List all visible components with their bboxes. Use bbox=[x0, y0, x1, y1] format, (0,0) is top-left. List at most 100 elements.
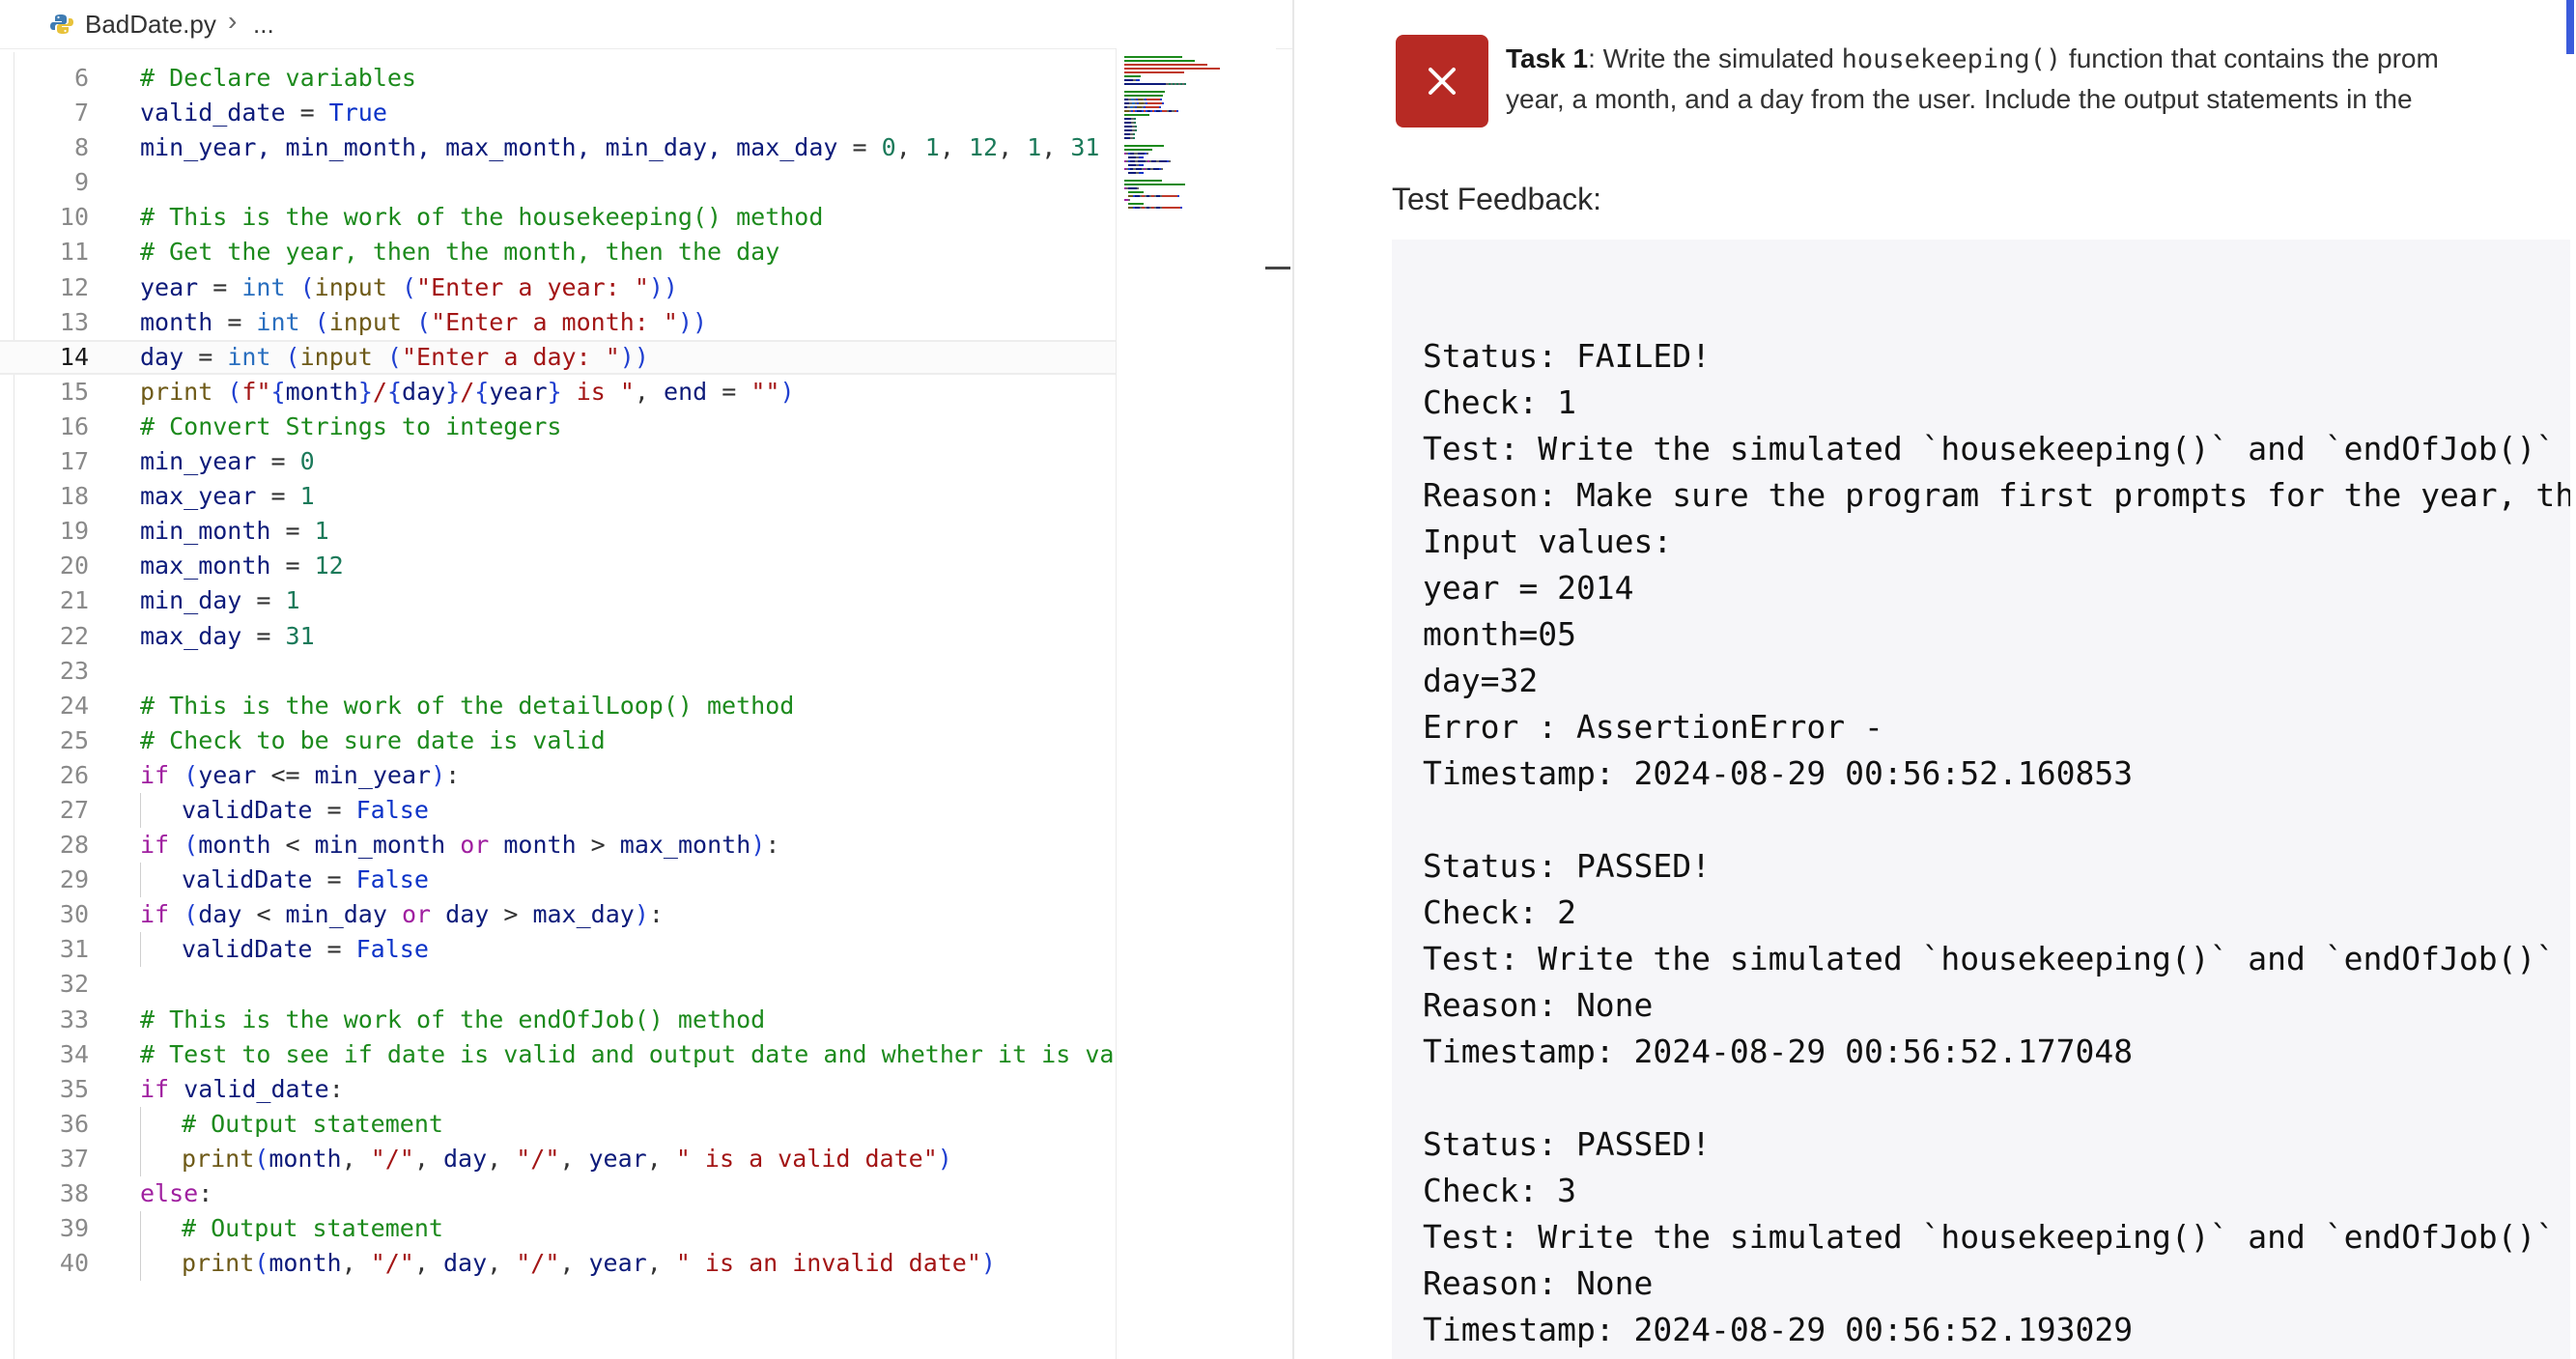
code-line[interactable]: 11 # Get the year, then the month, then t… bbox=[0, 235, 1116, 269]
minimap-token bbox=[1128, 156, 1136, 158]
code-token: input bbox=[299, 342, 373, 371]
code-line[interactable]: 34 # Test to see if date is valid and out… bbox=[0, 1037, 1158, 1072]
code-line[interactable]: 27 validDate = False bbox=[0, 792, 1116, 828]
minimap-token bbox=[1124, 129, 1132, 131]
code-token: 1 bbox=[924, 133, 940, 162]
code-line[interactable]: 20 max_month = 12 bbox=[0, 549, 1116, 583]
code-line[interactable]: 36 # Output statement bbox=[0, 1106, 1116, 1142]
code-line[interactable]: 28 if (month < min_month or month > max_m… bbox=[0, 828, 1116, 863]
code-line[interactable]: 40 print(month, "/", day, "/", year, " is… bbox=[0, 1246, 1116, 1282]
code-line[interactable]: 30 if (day < min_day or day > max_day): bbox=[0, 897, 1116, 932]
line-number: 13 bbox=[59, 307, 89, 336]
minimap-line bbox=[1124, 56, 1182, 58]
code-token: max_year bbox=[140, 482, 257, 511]
code-line[interactable]: 24 # This is the work of the detailLoop()… bbox=[0, 689, 1116, 723]
code-token: int bbox=[241, 272, 286, 301]
code-line[interactable]: 21 min_day = 1 bbox=[0, 583, 1116, 618]
code-line[interactable]: 7 valid_date = True bbox=[0, 96, 1116, 130]
minimap-token bbox=[1124, 118, 1131, 120]
code-line[interactable]: 13 month = int (input ("Enter a month: ")… bbox=[0, 305, 1116, 340]
breadcrumb-file[interactable]: BadDate.py bbox=[85, 10, 216, 40]
minimap-token bbox=[1124, 75, 1141, 77]
code-text: min_year = 0 bbox=[140, 444, 315, 479]
code-line[interactable]: 14 day = int (input ("Enter a day: ")) bbox=[0, 339, 1116, 375]
code-token: if bbox=[140, 760, 170, 789]
code-token: min_day bbox=[140, 586, 242, 615]
minimap[interactable] bbox=[1116, 48, 1276, 1359]
minimap-token bbox=[1139, 172, 1144, 174]
feedback-output[interactable]: Status: FAILED! Check: 1 Test: Write the s… bbox=[1392, 240, 2570, 1359]
line-number: 26 bbox=[59, 760, 89, 789]
code-token: { bbox=[270, 377, 286, 406]
minimap-token bbox=[1177, 195, 1179, 197]
code-area[interactable]: 6 # Declare variables 7 valid_date = True 8 m… bbox=[0, 61, 1158, 1282]
code-line[interactable]: 9 bbox=[0, 165, 1116, 200]
line-number: 34 bbox=[59, 1039, 89, 1068]
code-line[interactable]: 32 bbox=[0, 967, 1116, 1002]
code-text: # Output statement bbox=[182, 1107, 443, 1142]
code-token: )) bbox=[648, 272, 678, 301]
code-token: = bbox=[241, 621, 286, 650]
code-token: "Enter a day: " bbox=[401, 342, 620, 371]
breadcrumb: BadDate.py › ... bbox=[0, 0, 1292, 49]
code-line[interactable]: 29 validDate = False bbox=[0, 863, 1116, 898]
code-line[interactable]: 19 min_month = 1 bbox=[0, 514, 1116, 549]
code-token: = bbox=[270, 552, 315, 580]
code-line[interactable]: 37 print(month, "/", day, "/", year, " is… bbox=[0, 1141, 1116, 1176]
code-line[interactable]: 23 bbox=[0, 654, 1116, 689]
code-line[interactable]: 10 # This is the work of the housekeeping… bbox=[0, 200, 1116, 235]
code-text: if valid_date: bbox=[140, 1072, 344, 1107]
line-number: 16 bbox=[59, 411, 89, 440]
feedback-lines: Status: FAILED! Check: 1 Test: Write the s… bbox=[1423, 333, 2570, 1353]
feedback-line: Reason: Make sure the program first prom… bbox=[1423, 476, 2570, 514]
minimap-token bbox=[1124, 184, 1185, 185]
code-token: ( bbox=[254, 1249, 269, 1278]
feedback-line: Input values: bbox=[1423, 523, 1673, 560]
code-token: month bbox=[269, 1144, 342, 1173]
code-text: print (f"{month}/{day}/{year} is ", end … bbox=[140, 375, 795, 410]
code-line[interactable]: 22 max_day = 31 bbox=[0, 619, 1116, 654]
code-line[interactable]: 35 if valid_date: bbox=[0, 1072, 1116, 1107]
indent-guide bbox=[140, 1211, 141, 1247]
code-token: False bbox=[355, 935, 429, 964]
code-token: " is a valid date" bbox=[675, 1144, 938, 1173]
code-token: ( bbox=[386, 342, 402, 371]
code-line[interactable]: 17 min_year = 0 bbox=[0, 444, 1116, 479]
code-line[interactable]: 31 validDate = False bbox=[0, 932, 1116, 968]
minimap-token bbox=[1134, 122, 1136, 124]
code-text: else: bbox=[140, 1176, 212, 1211]
code-line[interactable]: 8 min_year, min_month, max_month, min_day… bbox=[0, 130, 1116, 165]
task-card[interactable]: Task 1: Write the simulated housekeeping… bbox=[1376, 19, 2576, 135]
code-line[interactable]: 16 # Convert Strings to integers bbox=[0, 410, 1116, 444]
code-line[interactable]: 12 year = int (input ("Enter a year: ")) bbox=[0, 270, 1116, 305]
line-number: 23 bbox=[59, 656, 89, 685]
code-line[interactable]: 25 # Check to be sure date is valid bbox=[0, 723, 1116, 758]
code-token: 1 bbox=[1027, 133, 1042, 162]
code-editor[interactable]: BadDate.py › ... 6 # Declare variables 7 va… bbox=[0, 0, 1292, 1359]
code-token: , bbox=[895, 133, 925, 162]
code-line[interactable]: 39 # Output statement bbox=[0, 1211, 1116, 1247]
code-line[interactable]: 26 if (year <= min_year): bbox=[0, 758, 1116, 793]
code-token: end bbox=[664, 377, 708, 406]
code-line[interactable]: 38 else: bbox=[0, 1176, 1116, 1211]
minimap-token bbox=[1128, 187, 1137, 189]
code-token: / bbox=[372, 377, 387, 406]
code-token: = bbox=[256, 447, 300, 476]
feedback-line: Timestamp: 2024-08-29 00:56:52.193029 bbox=[1423, 1311, 2134, 1348]
minimap-token bbox=[1128, 191, 1144, 193]
minimap-token bbox=[1128, 164, 1136, 166]
code-line[interactable]: 6 # Declare variables bbox=[0, 61, 1116, 96]
line-number: 29 bbox=[59, 865, 89, 894]
code-line[interactable]: 33 # This is the work of the endOfJob() m… bbox=[0, 1003, 1116, 1037]
close-x-icon bbox=[1396, 35, 1488, 127]
breadcrumb-symbols[interactable]: ... bbox=[253, 10, 274, 40]
code-line[interactable]: 15 print (f"{month}/{day}/{year} is ", en… bbox=[0, 375, 1116, 410]
code-token: day bbox=[402, 377, 446, 406]
minimap-token bbox=[1124, 83, 1166, 85]
code-token: ) bbox=[980, 1249, 996, 1278]
code-line[interactable]: 18 max_year = 1 bbox=[0, 479, 1116, 514]
pane-divider[interactable] bbox=[1292, 0, 1294, 1359]
line-number: 12 bbox=[59, 272, 89, 301]
code-token: valid_date bbox=[184, 1074, 329, 1103]
